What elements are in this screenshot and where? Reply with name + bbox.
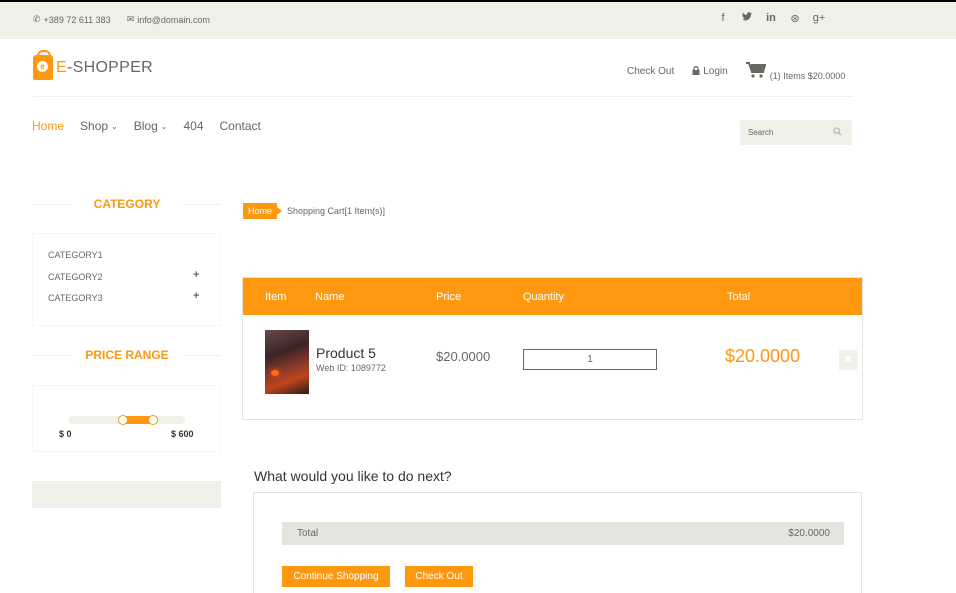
phone-number: +389 72 611 383	[43, 14, 111, 25]
top-contact-bar: ✆ +389 72 611 383 ✉ info@domain.com f in…	[0, 2, 956, 39]
column-header: Name	[315, 291, 345, 303]
breadcrumb-home[interactable]: Home	[243, 203, 283, 219]
brand-name: E-SHOPPER	[56, 59, 153, 77]
nav-shop-label: Shop	[80, 119, 109, 133]
header-divider	[33, 96, 853, 97]
chevron-down-icon: ⌄	[160, 121, 168, 131]
plus-icon[interactable]: +	[193, 269, 199, 281]
order-total-label: Total	[297, 528, 319, 539]
category-item[interactable]: CATEGORY3	[48, 293, 103, 303]
phone-icon: ✆	[33, 14, 41, 24]
next-steps-heading: What would you like to do next?	[254, 468, 452, 484]
dribbble-icon[interactable]: ⊛	[783, 12, 807, 25]
order-total-value: $20.0000	[788, 528, 830, 539]
slider-min-handle[interactable]	[118, 415, 128, 425]
checkout-button[interactable]: Check Out	[405, 566, 473, 587]
search-input[interactable]: Search	[740, 120, 852, 145]
product-image[interactable]	[265, 330, 309, 394]
brand-rest: -SHOPPER	[66, 58, 153, 76]
twitter-icon[interactable]	[735, 12, 759, 25]
chevron-down-icon: ⌄	[111, 121, 118, 131]
price-range-heading: PRICE RANGE	[33, 348, 221, 362]
cart-link[interactable]: (1) Items $20.0000	[745, 62, 846, 81]
slider-max-handle[interactable]	[148, 415, 158, 425]
google-plus-icon[interactable]: g+	[807, 12, 831, 25]
search-icon[interactable]	[833, 127, 842, 138]
nav-blog-label: Blog	[133, 119, 158, 133]
category-item[interactable]: CATEGORY1	[48, 250, 103, 260]
email-link[interactable]: ✉ info@domain.com	[127, 14, 210, 25]
cart-table: Item Name Price Quantity Total Product 5…	[242, 277, 863, 420]
nav-home[interactable]: Home	[32, 119, 64, 133]
nav-404[interactable]: 404	[183, 119, 203, 133]
main-navigation: Home Shop ⌄ Blog ⌄ 404 Contact	[32, 119, 277, 133]
column-header: Item	[265, 291, 287, 303]
nav-contact[interactable]: Contact	[220, 119, 261, 133]
nav-blog[interactable]: Blog ⌄	[134, 119, 168, 133]
cart-summary: (1) Items $20.0000	[769, 71, 846, 81]
continue-shopping-button[interactable]: Continue Shopping	[282, 566, 390, 587]
contact-info: ✆ +389 72 611 383 ✉ info@domain.com	[33, 14, 210, 25]
brand-first-letter: E	[56, 58, 67, 76]
price-slider[interactable]	[69, 415, 185, 425]
shopping-bag-icon: e	[33, 50, 53, 80]
lock-icon	[692, 65, 700, 78]
social-links: f in ⊛ g+	[711, 12, 831, 25]
column-header: Total	[727, 291, 751, 303]
shop-menu: Check Out Login (1) Items $20.0000	[627, 62, 845, 81]
column-header: Quantity	[523, 291, 564, 303]
nav-shop[interactable]: Shop ⌄	[80, 119, 118, 133]
breadcrumb-current: Shopping Cart[1 Item(s)]	[287, 206, 386, 216]
category-item[interactable]: CATEGORY2	[48, 272, 103, 282]
product-total: $20.0000	[725, 346, 801, 366]
phone-link[interactable]: ✆ +389 72 611 383	[33, 14, 111, 25]
site-logo[interactable]: e E-SHOPPER	[33, 50, 153, 80]
product-name[interactable]: Product 5	[316, 345, 376, 361]
price-min-label: $ 0	[59, 429, 72, 439]
column-header: Price	[436, 291, 462, 303]
product-price: $20.0000	[436, 349, 491, 364]
sidebar-banner	[32, 481, 221, 508]
envelope-icon: ✉	[126, 14, 135, 24]
cart-table-header: Item Name Price Quantity Total	[243, 278, 862, 315]
category-panel: CATEGORY1 CATEGORY2 + CATEGORY3 +	[32, 233, 221, 326]
breadcrumb: Home Shopping Cart[1 Item(s)]	[243, 203, 385, 219]
quantity-input[interactable]: 1	[523, 349, 657, 370]
plus-icon[interactable]: +	[193, 290, 199, 302]
search-placeholder: Search	[748, 128, 774, 137]
linkedin-icon[interactable]: in	[759, 12, 783, 25]
checkout-link[interactable]: Check Out	[627, 66, 674, 77]
order-total-row: Total $20.0000	[282, 522, 844, 545]
price-range-panel: $ 0 $ 600	[32, 385, 221, 452]
facebook-icon[interactable]: f	[711, 12, 735, 25]
category-heading: CATEGORY	[33, 197, 221, 211]
shopping-cart-icon	[745, 62, 767, 81]
checkout-label: Check Out	[627, 66, 675, 77]
product-web-id: Web ID: 1089772	[316, 363, 386, 373]
login-link[interactable]: Login	[692, 65, 728, 78]
price-max-label: $ 600	[171, 429, 194, 439]
logo-letter: e	[37, 61, 48, 72]
login-label: Login	[703, 66, 728, 77]
email-address: info@domain.com	[137, 14, 210, 25]
delete-icon[interactable]: ✖	[839, 350, 857, 370]
